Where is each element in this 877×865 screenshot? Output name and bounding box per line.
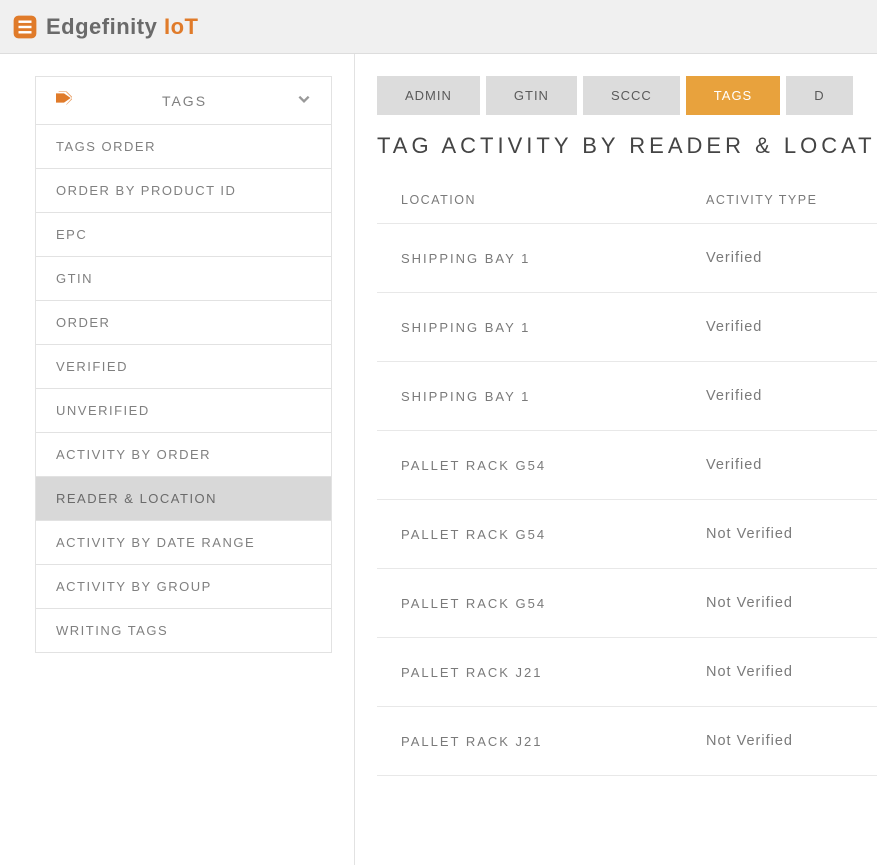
sidebar-item-gtin[interactable]: GTIN (36, 257, 331, 301)
sidebar-item-epc[interactable]: EPC (36, 213, 331, 257)
tag-icon (56, 91, 72, 110)
tab-admin[interactable]: ADMIN (377, 76, 480, 115)
tab-sccc[interactable]: SCCC (583, 76, 680, 115)
cell-location: PALLET RACK G54 (401, 527, 706, 542)
table-row[interactable]: PALLET RACK J21Not Verified (377, 707, 877, 776)
cell-activity-type: Verified (706, 250, 853, 266)
sidebar-title: TAGS (72, 93, 297, 109)
app-header: Edgefinity IoT (0, 0, 877, 54)
sidebar-item-activity-by-order[interactable]: ACTIVITY BY ORDER (36, 433, 331, 477)
tab-d[interactable]: D (786, 76, 852, 115)
chevron-down-icon (297, 92, 311, 109)
cell-activity-type: Verified (706, 388, 853, 404)
table-row[interactable]: SHIPPING BAY 1Verified (377, 293, 877, 362)
sidebar-item-activity-by-group[interactable]: ACTIVITY BY GROUP (36, 565, 331, 609)
sidebar-header[interactable]: TAGS (36, 77, 331, 125)
cell-location: SHIPPING BAY 1 (401, 389, 706, 404)
col-header-activity-type: ACTIVITY TYPE (706, 193, 853, 207)
sidebar-item-unverified[interactable]: UNVERIFIED (36, 389, 331, 433)
sidebar-item-order[interactable]: ORDER (36, 301, 331, 345)
table-row[interactable]: SHIPPING BAY 1Verified (377, 224, 877, 293)
brand-logo-icon (12, 14, 38, 40)
sidebar-item-verified[interactable]: VERIFIED (36, 345, 331, 389)
table-row[interactable]: SHIPPING BAY 1Verified (377, 362, 877, 431)
table-header-row: LOCATION ACTIVITY TYPE (377, 177, 877, 224)
cell-location: PALLET RACK J21 (401, 665, 706, 680)
sidebar-container: TAGS TAGS ORDERORDER BY PRODUCT IDEPCGTI… (0, 54, 355, 865)
cell-activity-type: Not Verified (706, 526, 853, 542)
brand-name-main: Edgefinity (46, 14, 157, 39)
main-content: ADMINGTINSCCCTAGSD TAG ACTIVITY BY READE… (355, 54, 877, 865)
cell-location: SHIPPING BAY 1 (401, 251, 706, 266)
cell-activity-type: Not Verified (706, 595, 853, 611)
table-row[interactable]: PALLET RACK G54Not Verified (377, 500, 877, 569)
cell-activity-type: Verified (706, 319, 853, 335)
sidebar-item-writing-tags[interactable]: WRITING TAGS (36, 609, 331, 652)
sidebar-item-reader-location[interactable]: READER & LOCATION (36, 477, 331, 521)
cell-activity-type: Not Verified (706, 664, 853, 680)
col-header-location: LOCATION (401, 193, 706, 207)
table-row[interactable]: PALLET RACK J21Not Verified (377, 638, 877, 707)
cell-location: PALLET RACK G54 (401, 458, 706, 473)
sidebar-item-tags-order[interactable]: TAGS ORDER (36, 125, 331, 169)
page-title: TAG ACTIVITY BY READER & LOCATION (377, 133, 877, 159)
table-row[interactable]: PALLET RACK G54Verified (377, 431, 877, 500)
sidebar-item-order-by-product-id[interactable]: ORDER BY PRODUCT ID (36, 169, 331, 213)
sidebar: TAGS TAGS ORDERORDER BY PRODUCT IDEPCGTI… (35, 76, 332, 653)
cell-activity-type: Not Verified (706, 733, 853, 749)
tab-bar: ADMINGTINSCCCTAGSD (377, 76, 877, 115)
tab-tags[interactable]: TAGS (686, 76, 780, 115)
table-row[interactable]: PALLET RACK G54Not Verified (377, 569, 877, 638)
brand-name-suffix: IoT (164, 14, 199, 39)
cell-location: PALLET RACK J21 (401, 734, 706, 749)
cell-activity-type: Verified (706, 457, 853, 473)
tab-gtin[interactable]: GTIN (486, 76, 577, 115)
cell-location: PALLET RACK G54 (401, 596, 706, 611)
activity-table: LOCATION ACTIVITY TYPE SHIPPING BAY 1Ver… (377, 177, 877, 776)
sidebar-item-activity-by-date-range[interactable]: ACTIVITY BY DATE RANGE (36, 521, 331, 565)
brand-name: Edgefinity IoT (46, 14, 198, 40)
cell-location: SHIPPING BAY 1 (401, 320, 706, 335)
